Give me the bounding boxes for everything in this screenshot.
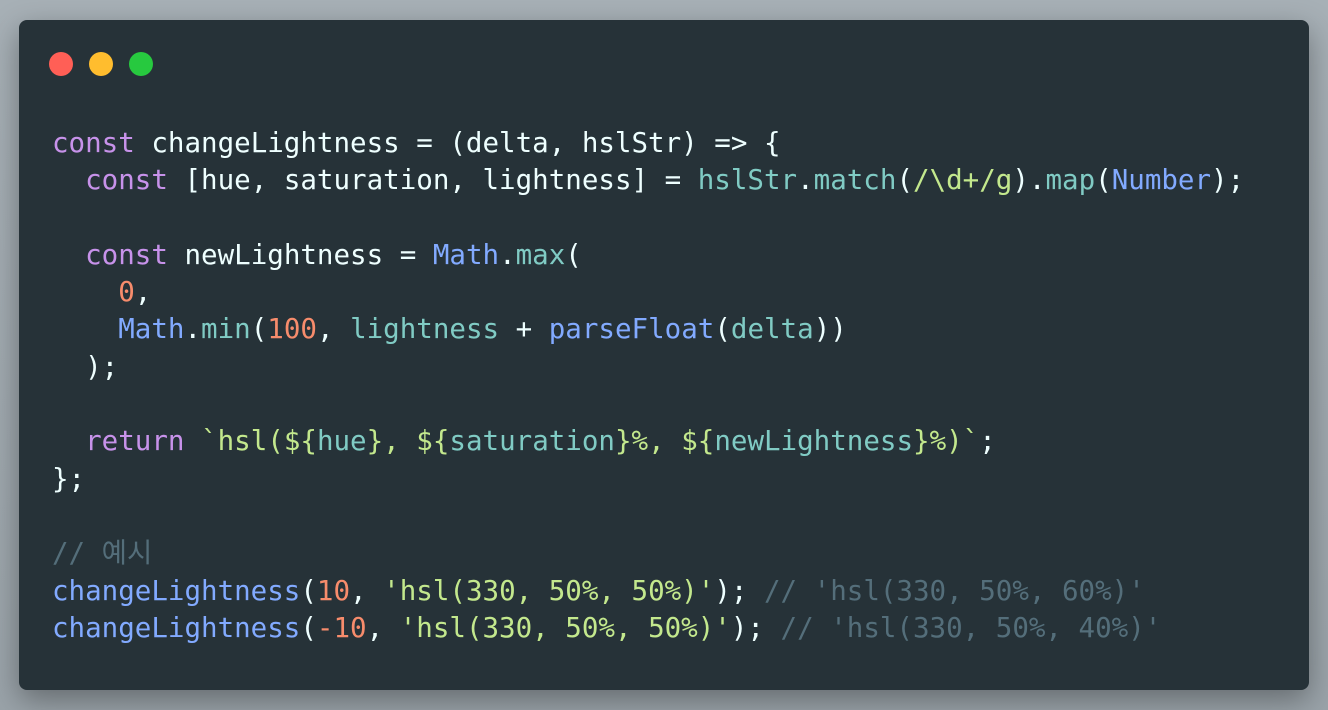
maximize-button[interactable]	[129, 52, 153, 76]
code-token-keyword: const	[85, 238, 168, 271]
code-token-method: hslStr	[697, 164, 798, 197]
code-token-method: lightness	[350, 313, 500, 346]
code-token-string: /\d+/g	[913, 164, 1013, 197]
code-line: // 예시	[52, 535, 1244, 572]
code-token-method: match	[813, 164, 897, 197]
code-token-number: 0	[118, 276, 135, 309]
code-token-string: }%, ${	[614, 425, 715, 458]
code-line: changeLightness(10, 'hsl(330, 50%, 50%)'…	[52, 573, 1244, 610]
code-token-comment: // 'hsl(330, 50%, 60%)'	[763, 574, 1145, 607]
code-token-plain: (	[250, 313, 268, 346]
code-token-plain: (	[714, 313, 731, 346]
code-token-plain: ,	[366, 611, 400, 644]
code-token-builtin: changeLightness	[52, 574, 301, 607]
code-token-plain: ,	[350, 574, 384, 607]
code-line: return `hsl(${hue}, ${saturation}%, ${ne…	[52, 423, 1244, 460]
code-token-comment: // 'hsl(330, 50%, 40%)'	[780, 611, 1162, 644]
code-token-builtin: Math	[118, 313, 185, 346]
code-token-plain: changeLightness = (delta, hslStr) => {	[134, 127, 781, 159]
code-token-plain: ).	[1012, 164, 1046, 197]
code-token-plain: (	[565, 238, 582, 271]
code-token-plain: .	[797, 164, 814, 197]
window-controls	[49, 52, 153, 76]
code-token-plain: ,	[316, 313, 351, 346]
code-token-plain: );	[52, 350, 119, 383]
code-token-string: }%)`	[913, 425, 980, 458]
code-token-plain: ;	[979, 425, 996, 458]
code-token-comment: // 예시	[52, 537, 153, 570]
code-token-method: saturation	[449, 425, 615, 458]
code-token-plain: newLightness =	[167, 238, 433, 271]
code-token-plain: ,	[134, 276, 152, 309]
code-token-plain: +	[499, 313, 549, 346]
code-line: 0,	[52, 274, 1244, 311]
code-token-plain: );	[1211, 164, 1245, 197]
code-token-number: 100	[267, 313, 317, 346]
code-token-plain: };	[52, 462, 86, 495]
close-button[interactable]	[49, 52, 73, 76]
code-token-string: `hsl(${	[201, 425, 317, 458]
code-token-number: 10	[316, 574, 351, 607]
code-line: Math.min(100, lightness + parseFloat(del…	[52, 311, 1244, 348]
code-token-builtin: changeLightness	[52, 611, 301, 644]
code-token-keyword: const	[85, 164, 168, 197]
code-token-method: hue	[316, 425, 367, 458]
code-token-plain: [hue, saturation, lightness] =	[167, 164, 698, 197]
code-token-builtin: Number	[1111, 164, 1212, 197]
code-token-method: min	[201, 313, 251, 346]
minimize-button[interactable]	[89, 52, 113, 76]
code-token-string: }, ${	[366, 425, 450, 458]
code-token-plain: .	[499, 238, 516, 271]
code-line: };	[52, 461, 1244, 498]
code-token-plain: ))	[813, 313, 847, 346]
code-token-method: newLightness	[714, 425, 914, 458]
code-token-plain: );	[730, 611, 781, 644]
code-line: changeLightness(-10, 'hsl(330, 50%, 50%)…	[52, 610, 1244, 647]
code-token-method: delta	[730, 313, 814, 346]
code-line: const changeLightness = (delta, hslStr) …	[52, 125, 1244, 162]
code-token-plain: (	[300, 611, 317, 644]
code-token-plain: );	[714, 574, 764, 607]
code-token-method: max	[515, 238, 566, 271]
code-block: const changeLightness = (delta, hslStr) …	[52, 125, 1244, 647]
code-line: const [hue, saturation, lightness] = hsl…	[52, 162, 1244, 199]
code-window: const changeLightness = (delta, hslStr) …	[19, 20, 1309, 690]
code-line: const newLightness = Math.max(	[52, 237, 1244, 274]
code-token-builtin: Math	[432, 238, 500, 271]
code-token-method: map	[1045, 164, 1096, 197]
code-token-plain: (	[300, 574, 317, 607]
code-token-plain: .	[184, 313, 202, 346]
code-token-number: -10	[316, 611, 367, 644]
code-token-builtin: parseFloat	[548, 313, 715, 346]
code-token-plain: (	[896, 164, 913, 197]
code-token-string: 'hsl(330, 50%, 50%)'	[383, 574, 715, 607]
code-line: );	[52, 349, 1244, 386]
code-token-string: 'hsl(330, 50%, 50%)'	[399, 611, 731, 644]
code-token-keyword: return	[85, 425, 185, 458]
code-token-plain: (	[1095, 164, 1112, 197]
code-token-keyword: const	[52, 127, 135, 159]
